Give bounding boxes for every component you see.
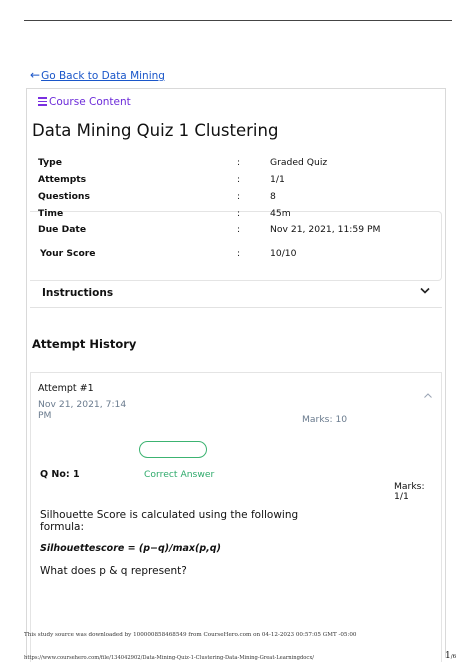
info-colon: : — [237, 248, 241, 259]
question-marks-value: 1/1 — [394, 491, 409, 502]
info-value-questions: 8 — [270, 191, 276, 202]
chevron-down-icon[interactable] — [419, 286, 431, 296]
info-label-your-score: Your Score — [40, 248, 96, 259]
question-formula: Silhouettescore = (p−q)/max(p,q) — [40, 543, 221, 554]
answer-status-pill — [139, 441, 207, 458]
info-colon: : — [237, 157, 241, 168]
score-box — [30, 211, 442, 281]
source-url: https://www.coursehero.com/file/13404290… — [24, 655, 314, 661]
instructions-toggle[interactable]: Instructions — [42, 287, 113, 299]
attempt-history-heading: Attempt History — [32, 337, 137, 351]
download-notice: This study source was downloaded by 1000… — [24, 632, 357, 638]
question-text: Silhouette Score is calculated using the… — [40, 509, 299, 533]
top-divider — [24, 20, 452, 21]
chevron-up-icon[interactable] — [423, 392, 433, 399]
info-label-type: Type — [38, 157, 62, 168]
correct-answer-badge: Correct Answer — [144, 469, 215, 480]
attempt-marks-total: Marks: 10 — [302, 414, 348, 425]
back-to-course-link[interactable]: ←Go Back to Data Mining — [30, 68, 165, 82]
info-label-questions: Questions — [38, 191, 90, 202]
question-number: Q No: 1 — [40, 469, 80, 480]
info-value-your-score: 10/10 — [270, 248, 297, 259]
info-value-type: Graded Quiz — [270, 157, 328, 168]
info-label-time: Time — [38, 208, 64, 219]
info-colon: : — [237, 224, 241, 235]
page-total: /6 — [450, 654, 457, 660]
info-colon: : — [237, 208, 241, 219]
info-value-attempts: 1/1 — [270, 174, 285, 185]
instructions-divider — [30, 307, 442, 308]
page-number: 1/6 — [445, 651, 456, 661]
info-value-due-date: Nov 21, 2021, 11:59 PM — [270, 224, 381, 235]
info-colon: : — [237, 191, 241, 202]
info-value-time: 45m — [270, 208, 291, 219]
back-arrow-icon: ← — [30, 68, 41, 82]
info-label-due-date: Due Date — [38, 224, 87, 235]
back-link-label: Go Back to Data Mining — [41, 70, 165, 82]
page-title: Data Mining Quiz 1 Clustering — [32, 121, 279, 140]
hamburger-menu-icon — [38, 97, 47, 106]
info-colon: : — [237, 174, 241, 185]
course-content-button[interactable]: Course Content — [38, 96, 131, 108]
course-content-label: Course Content — [49, 96, 131, 108]
attempt-name: Attempt #1 — [38, 383, 94, 394]
question-follow-up: What does p & q represent? — [40, 565, 187, 577]
info-label-attempts: Attempts — [38, 174, 87, 185]
attempt-date: Nov 21, 2021, 7:14 PM — [38, 399, 127, 421]
